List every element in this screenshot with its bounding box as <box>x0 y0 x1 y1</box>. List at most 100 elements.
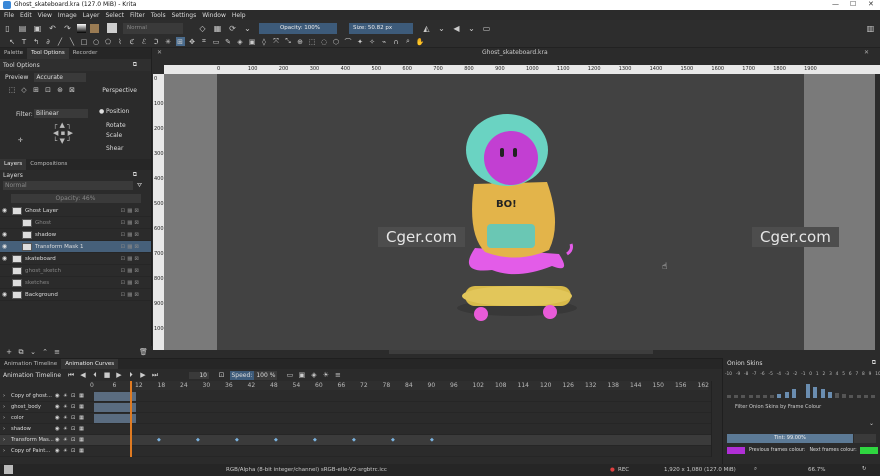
menu-image[interactable]: Image <box>58 12 77 19</box>
keyframe-marker-icon[interactable]: ◆ <box>157 437 161 443</box>
multibrush-icon[interactable]: ✳ <box>164 37 173 46</box>
layer-lock-icon[interactable]: ⊡ <box>121 292 126 298</box>
layer-alpha-icon[interactable]: ▦ <box>127 280 132 286</box>
layer-alpha-icon[interactable]: ▦ <box>127 220 132 226</box>
zoom-out-icon[interactable]: ⌕ <box>754 466 757 473</box>
track-lock-icon[interactable]: ⊡ <box>71 415 79 421</box>
keyframe-marker-icon[interactable]: ◆ <box>313 437 317 443</box>
onion-opacity-bar[interactable] <box>856 395 861 398</box>
track-onion-icon[interactable]: ☀ <box>63 437 71 443</box>
brush-preset-icon[interactable] <box>107 23 117 33</box>
menu-tools[interactable]: Tools <box>151 12 166 19</box>
rotate-canvas-icon[interactable]: ↻ <box>862 466 867 472</box>
rect-select-icon[interactable]: ⬚ <box>308 37 317 46</box>
edit-shapes-icon[interactable]: ↰ <box>32 37 41 46</box>
mirror-dropdown-icon[interactable]: ⌄ <box>436 23 447 34</box>
track-lock-icon[interactable]: ⊡ <box>71 426 79 432</box>
visibility-eye-icon[interactable]: ◉ <box>0 207 9 214</box>
anchor-arrows-icon[interactable]: ┌ ▲ ┐ ◀ ▪ ▶ └ ▼ ┘ <box>53 121 73 145</box>
anchor-point-icon[interactable]: ✛ <box>18 137 23 144</box>
layer-lock-icon[interactable]: ⊡ <box>121 280 126 286</box>
layer-inherit-icon[interactable]: ⊠ <box>134 292 139 298</box>
next-frames-colour-swatch[interactable] <box>859 447 878 454</box>
onion-frame-number[interactable]: 9 <box>869 372 872 377</box>
ellipse-select-icon[interactable]: ◌ <box>320 37 329 46</box>
layer-inherit-icon[interactable]: ⊠ <box>134 220 139 226</box>
onion-frame-number[interactable]: 0 <box>809 372 812 377</box>
onion-opacity-bar[interactable] <box>835 393 839 398</box>
prev-frames-colour-swatch[interactable] <box>727 447 745 454</box>
onion-opacity-bar[interactable] <box>871 395 875 398</box>
menu-select[interactable]: Select <box>105 12 124 19</box>
menu-filter[interactable]: Filter <box>130 12 145 19</box>
layer-inherit-icon[interactable]: ⊠ <box>134 232 139 238</box>
bezier-select-icon[interactable]: ⌁ <box>380 37 389 46</box>
keyframe-marker-icon[interactable]: ◆ <box>430 437 434 443</box>
polygon-tool-icon[interactable]: ⬠ <box>104 37 113 46</box>
onion-float-icon[interactable]: ⧉ <box>872 359 876 367</box>
float-docker-icon[interactable]: ⧉ <box>133 61 137 69</box>
layer-inherit-icon[interactable]: ⊠ <box>134 244 139 250</box>
track-visible-icon[interactable]: ◉ <box>55 426 63 432</box>
track-alpha-icon[interactable]: ▦ <box>79 404 87 410</box>
onion-opacity-bar[interactable] <box>842 394 847 398</box>
onion-opacity-bar[interactable] <box>748 395 753 398</box>
delete-layer-icon[interactable]: 🗑 <box>139 348 148 357</box>
blend-mode-select[interactable]: Normal <box>123 22 183 34</box>
preview-select[interactable]: Accurate <box>34 72 87 82</box>
zoom-level[interactable]: 66.7% <box>808 467 825 473</box>
menu-edit[interactable]: Edit <box>20 12 32 19</box>
onion-frame-number[interactable]: -3 <box>785 372 789 377</box>
onion-opacity-bar[interactable] <box>820 389 825 398</box>
track-lock-icon[interactable]: ⊡ <box>71 437 79 443</box>
onion-frame-number[interactable]: -4 <box>777 372 781 377</box>
layer-filter-icon[interactable]: ⛛ <box>137 182 142 190</box>
liquify-transform-icon[interactable]: ⊛ <box>56 86 65 95</box>
speed-input[interactable]: 100 % <box>254 370 278 380</box>
timeline-layer-row[interactable]: › ghost_body ◉ ☀ ⊡ ▦ <box>0 402 712 413</box>
play-icon[interactable]: ▶ <box>115 371 124 380</box>
settings-icon[interactable]: ◈ <box>309 371 318 380</box>
onion-frame-number[interactable]: -5 <box>769 372 773 377</box>
prev-frame-icon[interactable]: ◀ <box>79 371 88 380</box>
drop-frames-icon[interactable]: ▭ <box>285 371 294 380</box>
layer-lock-icon[interactable]: ⊡ <box>121 220 126 226</box>
layer-opacity-slider[interactable]: Opacity: 46% <box>10 193 141 203</box>
reference-tool-icon[interactable]: ⊕ <box>296 37 305 46</box>
zoom-tool-icon[interactable]: ⌕ <box>404 37 413 46</box>
timeline-layer-row[interactable]: › color ◉ ☀ ⊡ ▦ <box>0 413 712 424</box>
tab-tool-options[interactable]: Tool Options <box>27 48 69 59</box>
onion-opacity-bar[interactable] <box>827 392 832 398</box>
layer-alpha-icon[interactable]: ▦ <box>127 208 132 214</box>
row-expand-icon[interactable]: › <box>3 393 11 399</box>
onion-frame-number[interactable]: 7 <box>855 372 858 377</box>
tab-animation-curves[interactable]: Animation Curves <box>61 359 119 369</box>
filter-select[interactable]: Bilinear <box>34 109 88 118</box>
keyframe-marker-icon[interactable]: ◆ <box>196 437 200 443</box>
menu-file[interactable]: File <box>4 12 14 19</box>
keyframe-marker-icon[interactable]: ◆ <box>235 437 239 443</box>
onion-opacity-bar[interactable] <box>813 387 818 398</box>
track-onion-icon[interactable]: ☀ <box>63 426 71 432</box>
timeline-scrollbar[interactable] <box>711 381 719 457</box>
timeline-menu-icon[interactable]: ≡ <box>333 371 342 380</box>
onion-frame-number[interactable]: 4 <box>836 372 839 377</box>
onion-frame-number[interactable]: -7 <box>752 372 756 377</box>
track-lock-icon[interactable]: ⊡ <box>71 448 79 454</box>
onion-tint-slider[interactable]: Tint: 99.00% <box>727 434 853 443</box>
onion-opacity-bar[interactable] <box>770 395 775 398</box>
layer-alpha-icon[interactable]: ▦ <box>127 268 132 274</box>
onion-opacity-bar[interactable] <box>806 384 811 398</box>
row-expand-icon[interactable]: › <box>3 448 11 454</box>
rectangle-tool-icon[interactable]: □ <box>80 37 89 46</box>
track-alpha-icon[interactable]: ▦ <box>79 415 87 421</box>
freehand-brush-icon[interactable]: ╱ <box>56 37 65 46</box>
onion-opacity-bar[interactable] <box>763 395 767 398</box>
close-icon[interactable]: ✕ <box>868 0 874 8</box>
reload-preset-icon[interactable]: ⟳ <box>227 23 238 34</box>
track-alpha-icon[interactable]: ▦ <box>79 393 87 399</box>
brush-status-icon[interactable] <box>4 465 13 474</box>
onion-frame-number[interactable]: -2 <box>793 372 797 377</box>
audio-icon[interactable]: ▣ <box>297 371 306 380</box>
row-expand-icon[interactable]: › <box>3 415 11 421</box>
